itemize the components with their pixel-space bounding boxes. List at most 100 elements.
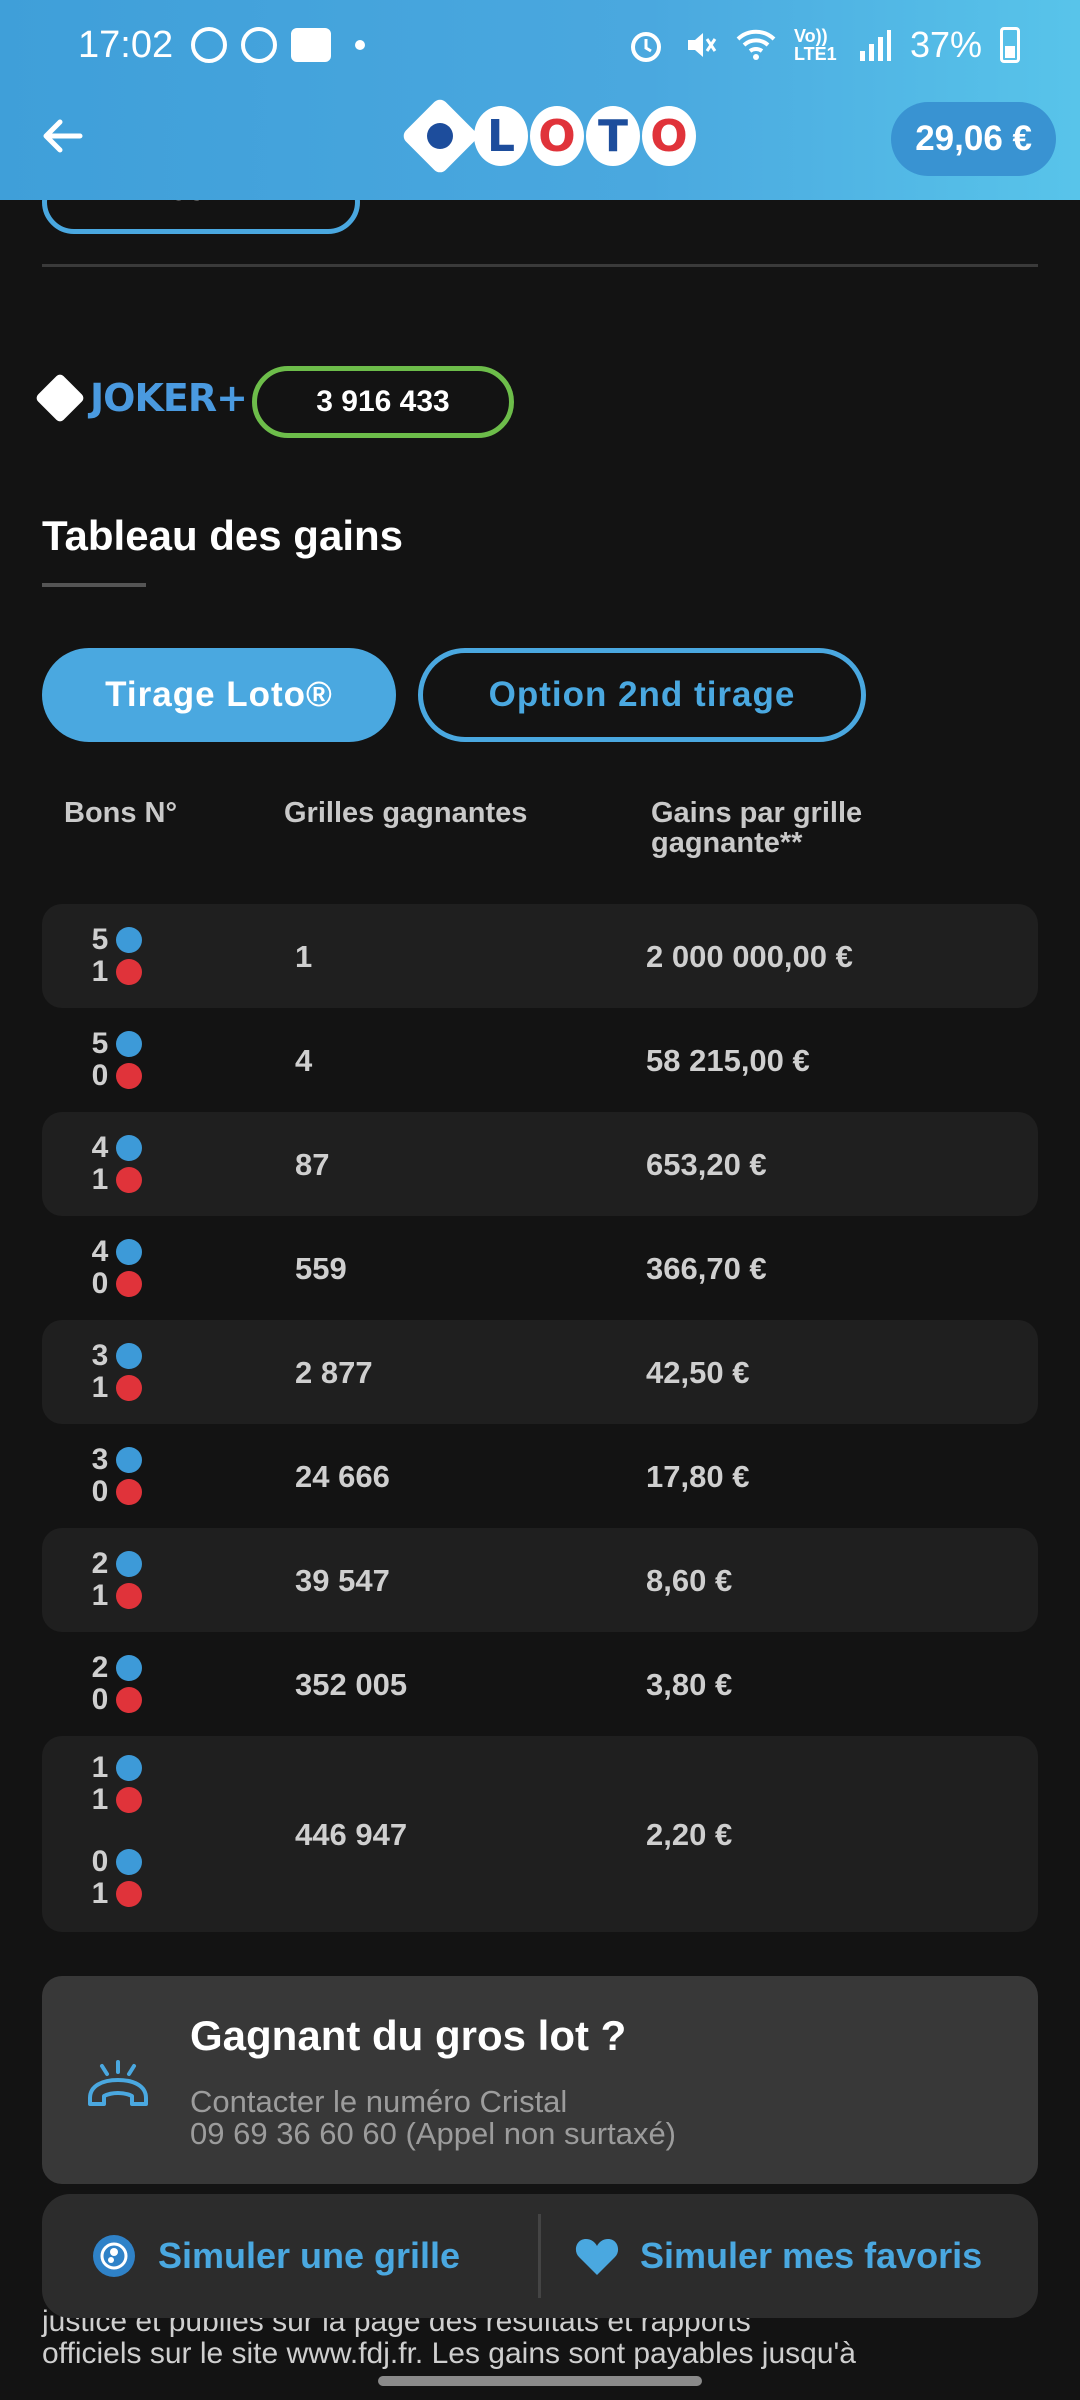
- table-row: 2 1 39 547 8,60 €: [42, 1528, 1038, 1632]
- simulate-grid-label: Simuler une grille: [158, 2235, 461, 2276]
- bons-cell: 1101: [88, 1751, 142, 1910]
- grilles-cell: 4: [295, 1043, 313, 1078]
- loto-logo: LOTO: [400, 96, 696, 176]
- status-time: 17:02: [78, 23, 174, 66]
- count-value: 4: [91, 1235, 109, 1268]
- table-row: 5112 000 000,00 €: [42, 904, 1038, 1008]
- home-indicator[interactable]: [378, 2376, 702, 2386]
- header-bons: Bons N°: [64, 797, 178, 829]
- blue-ball-icon: [116, 1031, 142, 1057]
- grilles-cell: 559: [295, 1251, 347, 1286]
- joker-clover-icon: [34, 372, 86, 424]
- blue-ball-icon: [116, 1551, 142, 1577]
- red-ball-icon: [116, 1583, 142, 1609]
- blue-ball-icon: [116, 1343, 142, 1369]
- red-ball-icon: [116, 1271, 142, 1297]
- bons-cell: 30: [88, 1443, 142, 1508]
- chat-icon: [241, 27, 278, 63]
- blue-ball-icon: [116, 1849, 142, 1875]
- winner-contact-line: Contacter le numéro Cristal: [190, 2084, 568, 2119]
- mute-icon: [687, 33, 717, 57]
- red-numbers-count: 0: [88, 1059, 142, 1092]
- count-value: 5: [91, 1027, 109, 1060]
- back-arrow-icon[interactable]: [36, 108, 92, 164]
- bons-cell: 20: [88, 1651, 142, 1716]
- red-numbers-count: 1: [88, 1579, 142, 1612]
- red-numbers-count: 1: [88, 1783, 142, 1816]
- gains-cell: 17,80 €: [646, 1459, 750, 1494]
- tab-tirage-loto[interactable]: Tirage Loto®: [42, 648, 396, 742]
- count-value: 1: [91, 1751, 109, 1784]
- grilles-cell: 352 005: [295, 1667, 408, 1702]
- title-underline: [42, 583, 146, 587]
- grilles-cell: 39 547: [295, 1563, 390, 1598]
- bons-cell: 51: [88, 923, 142, 988]
- tab-option-2nd-tirage[interactable]: Option 2nd tirage: [418, 648, 866, 742]
- count-value: 1: [91, 1877, 109, 1910]
- count-value: 0: [91, 1683, 109, 1716]
- count-value: 2: [91, 1547, 109, 1580]
- bons-cell: 21: [88, 1547, 142, 1612]
- count-value: 1: [91, 1163, 109, 1196]
- gains-cell: 366,70 €: [646, 1251, 767, 1286]
- table-row: 1 1 0 1 446 947 2,20 €: [42, 1736, 1038, 1932]
- bons-cell: 40: [88, 1235, 142, 1300]
- loto-wordmark: LOTO: [474, 106, 696, 166]
- section-title: Tableau des gains: [42, 512, 403, 559]
- grilles-cell: 1: [295, 939, 313, 974]
- blue-ball-icon: [116, 1655, 142, 1681]
- red-ball-icon: [116, 1687, 142, 1713]
- grilles-cell: 2 877: [295, 1355, 373, 1390]
- table-row: 4 0 559 366,70 €: [42, 1216, 1038, 1320]
- table-row: 5 0 4 58 215,00 €: [42, 1008, 1038, 1112]
- red-numbers-count: 0: [88, 1267, 142, 1300]
- whatsapp-icon: [191, 27, 228, 63]
- battery-percent: 37%: [909, 24, 982, 65]
- simulate-grid-button[interactable]: Simuler une grille: [90, 2194, 460, 2318]
- blue-numbers-count: 2: [88, 1547, 142, 1580]
- joker-number: 3 916 433: [252, 366, 514, 438]
- header-gains-line2: gagnante**: [651, 827, 803, 859]
- app-header: 17:02 Vo)) LTE1 37% LOTO 29,06 €: [0, 0, 1080, 200]
- grilles-cell: 24 666: [295, 1459, 390, 1494]
- joker-logo: JOKER+: [34, 372, 248, 424]
- red-numbers-count: 1: [88, 1163, 142, 1196]
- winner-phone-line: 09 69 36 60 60 (Appel non surtaxé): [190, 2116, 677, 2151]
- blue-ball-icon: [116, 1447, 142, 1473]
- count-value: 5: [91, 923, 109, 956]
- count-value: 1: [91, 1579, 109, 1612]
- jackpot-winner-box[interactable]: Gagnant du gros lot ? Contacter le numér…: [42, 1976, 1038, 2184]
- grilles-cell: 446 947: [295, 1817, 408, 1852]
- winner-title: Gagnant du gros lot ?: [190, 2012, 627, 2059]
- red-ball-icon: [116, 1881, 142, 1907]
- blue-numbers-count: 0: [88, 1845, 142, 1878]
- action-bar: Simuler une grille Simuler mes favoris: [42, 2194, 1038, 2318]
- blue-ball-icon: [116, 1239, 142, 1265]
- legal-text-line2: officiels sur le site www.fdj.fr. Les ga…: [42, 2337, 856, 2370]
- red-ball-icon: [116, 1375, 142, 1401]
- count-value: 3: [91, 1339, 109, 1372]
- red-numbers-count: 1: [88, 955, 142, 988]
- bons-cell: 50: [88, 1027, 142, 1092]
- blue-numbers-count: 2: [88, 1651, 142, 1684]
- blue-ball-icon: [116, 1135, 142, 1161]
- blue-numbers-count: 1: [88, 1751, 142, 1784]
- account-balance-button[interactable]: 29,06 €: [891, 102, 1056, 176]
- bons-cell: 31: [88, 1339, 142, 1404]
- phone-icon: [88, 2060, 148, 2106]
- gains-cell: 653,20 €: [646, 1147, 767, 1182]
- count-value: 0: [91, 1845, 109, 1878]
- section-divider: [42, 264, 1038, 267]
- simulate-favorites-label: Simuler mes favoris: [640, 2235, 983, 2276]
- heart-icon: [575, 2239, 619, 2275]
- red-ball-icon: [116, 1787, 142, 1813]
- alarm-icon: [630, 32, 661, 62]
- header-gains: Gains par grille gagnante**: [651, 798, 862, 858]
- gains-cell: 2,20 €: [646, 1817, 733, 1852]
- table-row: 2 0 352 005 3,80 €: [42, 1632, 1038, 1736]
- gains-cell: 42,50 €: [646, 1355, 750, 1390]
- red-ball-icon: [116, 1479, 142, 1505]
- simulate-favorites-button[interactable]: Simuler mes favoris: [574, 2194, 982, 2318]
- grilles-cell: 87: [295, 1147, 330, 1182]
- table-row: 4 1 87 653,20 €: [42, 1112, 1038, 1216]
